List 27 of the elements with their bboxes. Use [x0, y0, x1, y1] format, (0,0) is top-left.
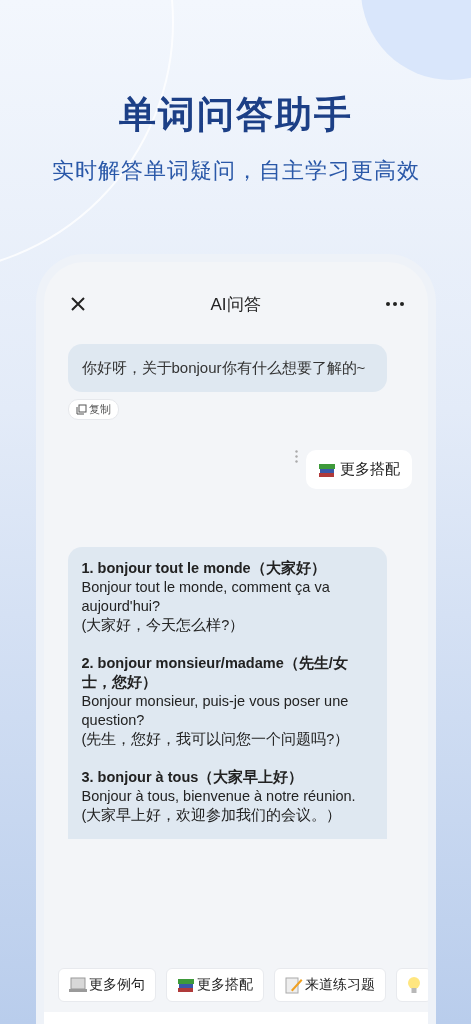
- suggestion-chip[interactable]: 更多搭配: [165, 968, 264, 1002]
- example-translation: (大家好，今天怎么样?）: [81, 616, 246, 635]
- example-sentence: Bonjour monsieur, puis-je vous poser une question?: [81, 692, 350, 730]
- books-icon: [176, 977, 195, 993]
- more-icon[interactable]: [385, 302, 404, 306]
- headline: 单词问答助手: [118, 93, 353, 137]
- example-translation: (大家早上好，欢迎参加我们的会议。）: [81, 806, 343, 825]
- subheadline: 实时解答单词疑问，自主学习更高效: [51, 157, 420, 185]
- memo-icon: [284, 976, 303, 994]
- phrase-title: 1. bonjour tout le monde（大家好）: [81, 559, 327, 578]
- close-icon[interactable]: [69, 296, 86, 312]
- example-sentence: Bonjour tout le monde, comment ça va aujourd'hui?: [81, 578, 331, 616]
- notebook-icon: [68, 977, 87, 993]
- assistant-message: 你好呀，关于bonjour你有什么想要了解的~: [67, 344, 387, 392]
- user-message-text: 更多搭配: [339, 460, 400, 479]
- suggestion-chip[interactable]: 更多例句: [57, 968, 156, 1002]
- drag-handle-icon[interactable]: [294, 450, 298, 463]
- example-translation: (先生，您好，我可以问您一个问题吗?）: [81, 730, 351, 749]
- screen-title: AI问答: [210, 293, 261, 316]
- phrase-title: 2. bonjour monsieur/madame（先生/女士，您好）: [81, 654, 349, 692]
- lightbulb-icon: [406, 976, 421, 994]
- phrase-title: 3. bonjour à tous（大家早上好）: [81, 768, 305, 787]
- books-icon: [317, 461, 336, 478]
- example-sentence: Bonjour à tous, bienvenue à notre réunion.: [81, 787, 357, 806]
- suggestion-chip[interactable]: 来道练习题: [273, 968, 386, 1002]
- copy-button[interactable]: 复制: [67, 399, 119, 420]
- copy-icon: [75, 404, 87, 415]
